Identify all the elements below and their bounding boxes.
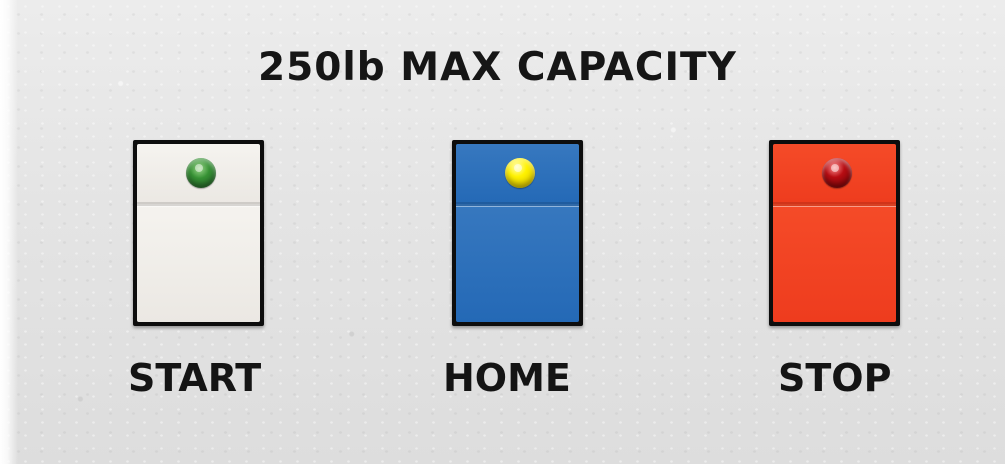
green-led-icon xyxy=(186,158,216,188)
stop-button-bottom xyxy=(773,204,896,322)
stop-button-cap[interactable] xyxy=(773,144,896,322)
stop-button[interactable] xyxy=(769,140,900,326)
start-label: START xyxy=(128,356,262,400)
stop-label: STOP xyxy=(778,356,892,400)
red-led-icon xyxy=(822,158,852,188)
capacity-label: 250lb MAX CAPACITY xyxy=(258,45,737,90)
yellow-led-icon xyxy=(505,158,535,188)
home-label: HOME xyxy=(443,356,571,400)
home-button-cap[interactable] xyxy=(456,144,579,322)
stop-button-divider xyxy=(773,202,896,206)
start-button-cap[interactable] xyxy=(137,144,260,322)
start-button[interactable] xyxy=(133,140,264,326)
control-panel: 250lb MAX CAPACITY START HOME STOP xyxy=(0,0,1005,464)
home-button-divider xyxy=(456,202,579,206)
start-button-divider xyxy=(137,202,260,206)
home-button-bottom xyxy=(456,204,579,322)
start-button-bottom xyxy=(137,204,260,322)
home-button[interactable] xyxy=(452,140,583,326)
